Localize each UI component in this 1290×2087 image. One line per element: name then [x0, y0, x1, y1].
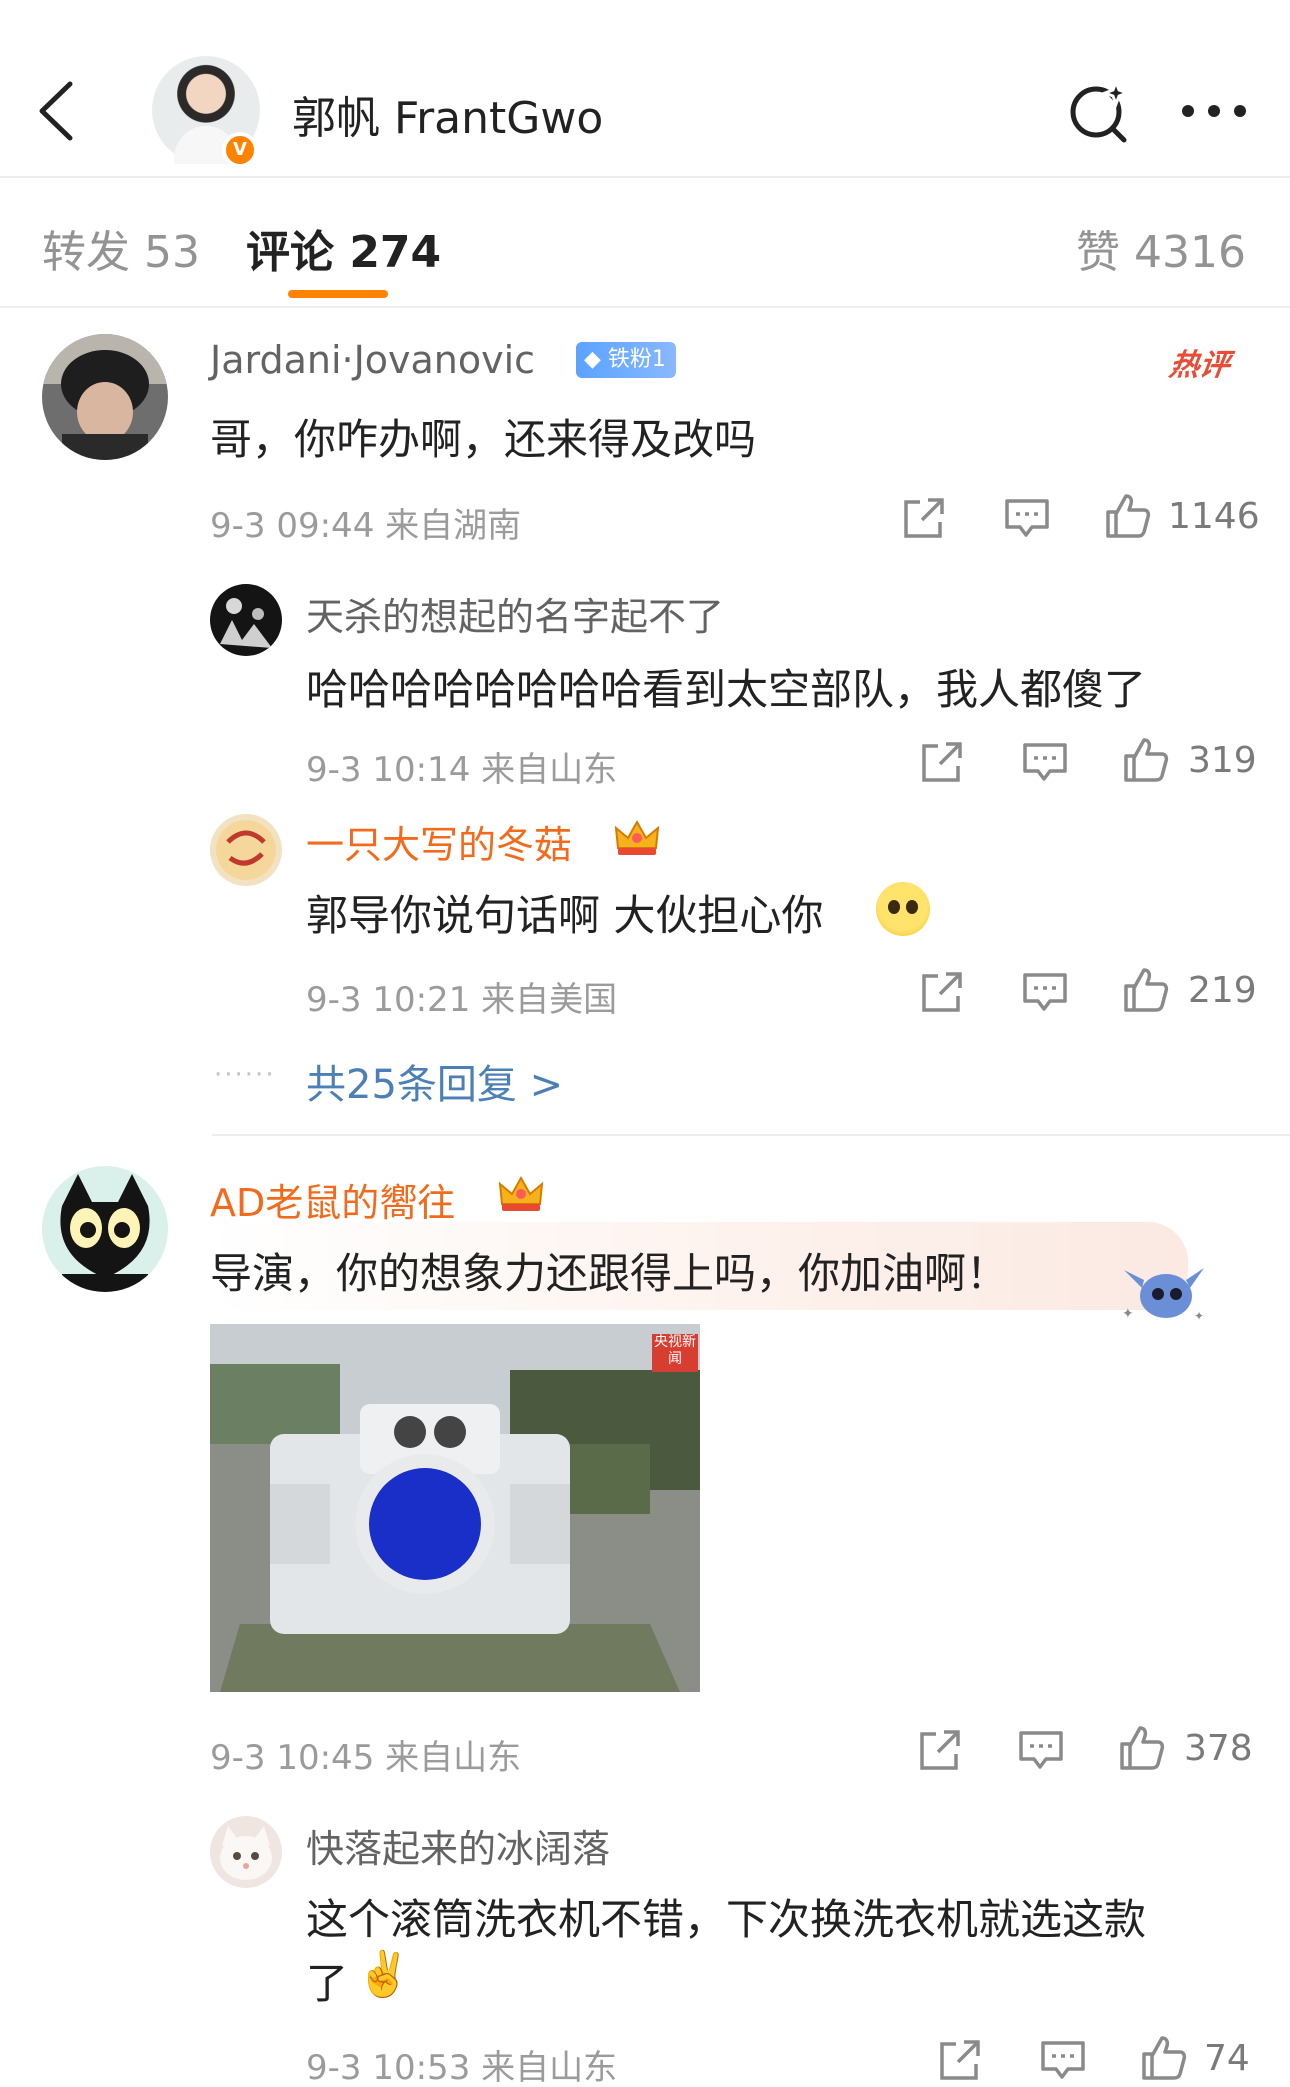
- commenter-name[interactable]: Jardani·Jovanovic: [210, 338, 535, 382]
- active-tab-indicator: [288, 290, 388, 298]
- comment-bubble-icon: [1019, 1731, 1063, 1769]
- tab-bar: 转发 53 评论 274 赞 4316: [0, 180, 1290, 308]
- comment-divider: [212, 1134, 1290, 1136]
- reply-name[interactable]: 一只大写的冬菇: [306, 814, 572, 869]
- comment-bubble-icon: [1041, 2041, 1085, 2079]
- reply-text-continued: 了: [306, 1959, 349, 2008]
- tab-repost[interactable]: 转发 53: [42, 216, 200, 280]
- share-icon: [922, 742, 962, 782]
- reply-avatar[interactable]: [210, 1816, 282, 1888]
- comment-bubble-icon: [1023, 743, 1067, 781]
- comment-meta: 9-3 09:44 来自湖南: [210, 506, 522, 546]
- more-replies-link[interactable]: 共25条回复 >: [306, 1052, 563, 1110]
- like-button[interactable]: [1118, 1724, 1166, 1776]
- reply-meta: 9-3 10:53 来自山东: [306, 2048, 618, 2087]
- reply-meta: 9-3 10:14 来自山东: [306, 750, 618, 790]
- pleading-face-emoji: [876, 882, 930, 936]
- thumbs-up-icon: [1106, 494, 1151, 538]
- share-icon: [904, 498, 944, 538]
- like-count: 74: [1204, 2038, 1250, 2079]
- thumbs-up-icon: [1120, 1726, 1165, 1770]
- like-count: 1146: [1168, 496, 1260, 537]
- reply-avatar[interactable]: [210, 584, 282, 656]
- comment-bubble-icon: [1005, 499, 1049, 537]
- reply-button[interactable]: [1018, 1730, 1064, 1774]
- reply-meta: 9-3 10:21 来自美国: [306, 980, 618, 1020]
- comment-image[interactable]: 央视新闻: [210, 1324, 700, 1692]
- tab-comment[interactable]: 评论 274: [246, 216, 441, 280]
- share-button[interactable]: [920, 970, 964, 1018]
- share-button[interactable]: [920, 740, 964, 788]
- share-icon: [922, 972, 962, 1012]
- like-button[interactable]: [1140, 2034, 1188, 2086]
- victory-hand-emoji: ✌️: [356, 1949, 411, 2000]
- fan-level-badge: ◆ 铁粉1: [576, 342, 676, 378]
- reply-text: 哈哈哈哈哈哈哈哈看到太空部队，我人都傻了: [306, 665, 1147, 714]
- back-button[interactable]: [30, 76, 86, 146]
- comment-bubble-icon: [1023, 973, 1067, 1011]
- svg-text:✦: ✦: [1122, 1306, 1134, 1322]
- svg-text:✦: ✦: [1194, 1309, 1204, 1323]
- commenter-avatar[interactable]: [42, 1166, 168, 1292]
- reply-avatar[interactable]: [210, 814, 282, 886]
- comment-text: 导演，你的想象力还跟得上吗，你加油啊！: [210, 1249, 1009, 1298]
- like-button[interactable]: [1122, 736, 1170, 788]
- reply-name[interactable]: 快落起来的冰阔落: [306, 1818, 610, 1873]
- diamond-icon: ◆: [584, 347, 601, 372]
- verified-badge: V: [222, 132, 258, 168]
- like-button[interactable]: [1122, 966, 1170, 1018]
- more-dots-icon: [1182, 105, 1246, 117]
- comment-meta: 9-3 10:45 来自山东: [210, 1738, 522, 1778]
- like-button[interactable]: [1104, 492, 1152, 544]
- search-button[interactable]: [1066, 77, 1132, 144]
- commenter-name[interactable]: AD老鼠的嚮往: [210, 1172, 455, 1227]
- more-replies-dots: ······: [214, 1060, 276, 1090]
- hot-comment-tag: 热评: [1167, 348, 1232, 383]
- cctv-news-logo: 央视新闻: [652, 1334, 698, 1372]
- thumbs-up-icon: [1142, 2036, 1187, 2080]
- reply-button[interactable]: [1004, 498, 1050, 542]
- reply-text: 郭导你说句话啊 大伙担心你: [306, 891, 824, 940]
- search-sparkle-icon: [1070, 77, 1132, 143]
- reply-button[interactable]: [1040, 2040, 1086, 2084]
- thumbs-up-icon: [1124, 738, 1169, 782]
- reply-text: 这个滚筒洗衣机不错，下次换洗衣机就选这款: [306, 1895, 1147, 1944]
- commenter-avatar[interactable]: [42, 334, 168, 460]
- share-button[interactable]: [938, 2038, 982, 2086]
- more-button[interactable]: [1178, 96, 1250, 126]
- share-icon: [940, 2040, 980, 2080]
- top-nav-bar: V 郭帆 FrantGwo: [0, 0, 1290, 178]
- comment-text: 哥，你咋办啊，还来得及改吗: [210, 415, 757, 464]
- thumbs-up-icon: [1124, 968, 1169, 1012]
- share-icon: [920, 1730, 960, 1770]
- reply-name[interactable]: 天杀的想起的名字起不了: [306, 586, 724, 641]
- reply-button[interactable]: [1022, 742, 1068, 786]
- chevron-left-icon: [39, 81, 73, 141]
- member-crown-icon: [498, 1175, 544, 1211]
- member-crown-icon: [614, 819, 660, 855]
- like-count: 378: [1184, 1728, 1253, 1769]
- tab-like[interactable]: 赞 4316: [1076, 216, 1246, 280]
- stitch-sticker-icon: ✦ ✦: [1122, 1268, 1204, 1323]
- page-title[interactable]: 郭帆 FrantGwo: [292, 82, 603, 146]
- share-button[interactable]: [918, 1728, 962, 1776]
- like-count: 319: [1188, 740, 1257, 781]
- like-count: 219: [1188, 970, 1257, 1011]
- share-button[interactable]: [902, 496, 946, 544]
- reply-button[interactable]: [1022, 972, 1068, 1016]
